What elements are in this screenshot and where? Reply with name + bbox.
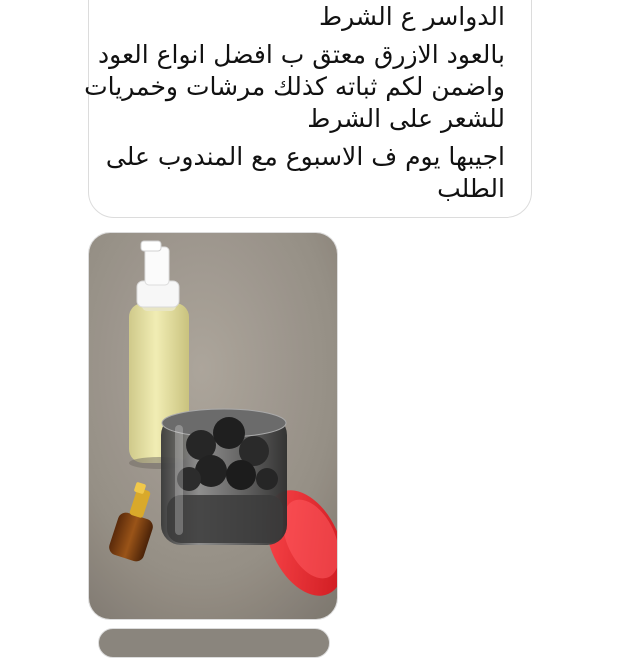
message-line: الطلب <box>437 174 505 203</box>
message-line: للشعر على الشرط <box>307 104 505 133</box>
product-photo <box>89 233 337 619</box>
message-line: اجيبها يوم ف الاسبوع مع المندوب على <box>105 142 505 171</box>
chat-thread: الدواسر ع الشرط بالعود الازرق معتق ب افض… <box>0 0 640 658</box>
photo-attachment-partial[interactable] <box>98 628 330 658</box>
message-bubble[interactable]: الدواسر ع الشرط بالعود الازرق معتق ب افض… <box>84 0 532 218</box>
message-line: واضمن لكم ثباته كذلك مرشات وخمريات <box>84 72 505 101</box>
photo-attachment[interactable] <box>88 232 338 620</box>
message-line: الدواسر ع الشرط <box>318 2 505 31</box>
glass-jar <box>161 408 287 545</box>
message-line: بالعود الازرق معتق ب افضل انواع العود <box>98 40 505 69</box>
